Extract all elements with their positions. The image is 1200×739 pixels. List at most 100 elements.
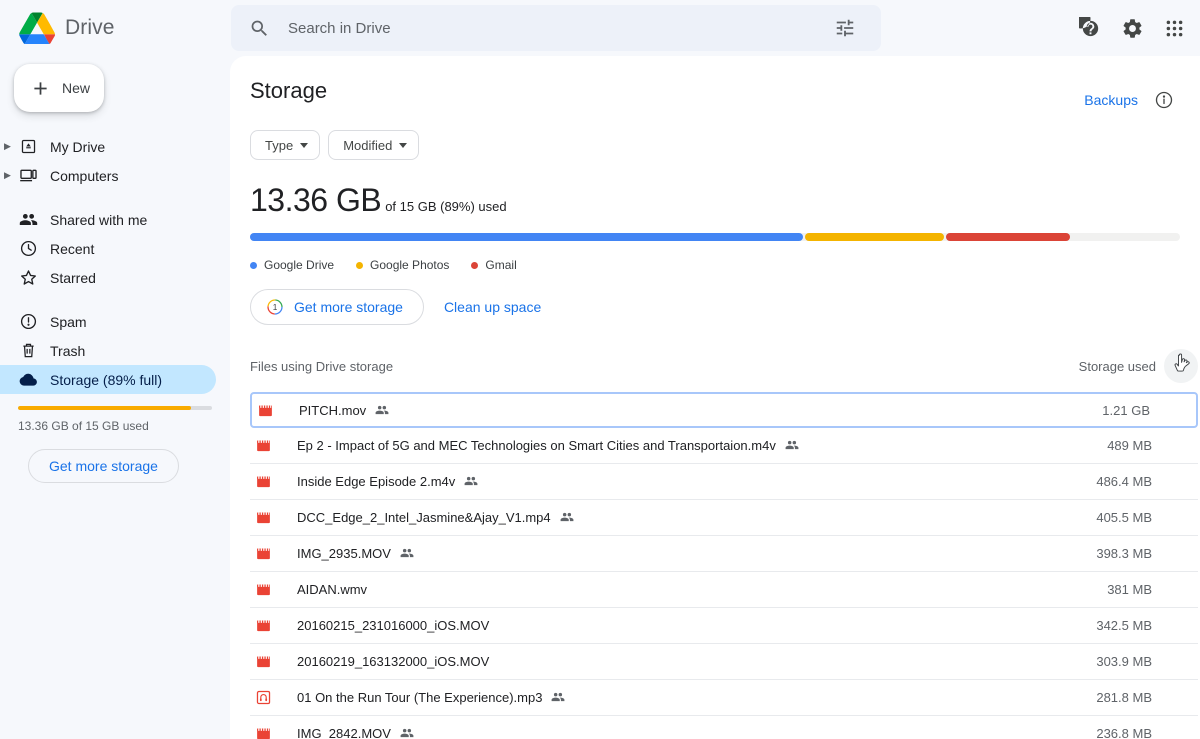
cloud-icon bbox=[18, 370, 38, 390]
brand-name: Drive bbox=[65, 16, 115, 39]
sidebar-item-storage[interactable]: Storage (89% full) bbox=[0, 365, 216, 394]
legend-color-dot bbox=[471, 261, 479, 269]
sidebar-storage-usage-text: 13.36 GB of 15 GB used bbox=[18, 419, 149, 433]
clean-up-space-button[interactable]: Clean up space bbox=[434, 291, 551, 323]
storage-used-amount: 13.36 GB bbox=[250, 182, 382, 218]
sidebar-item-computers[interactable]: ▶ Computers bbox=[0, 161, 216, 190]
my-drive-icon bbox=[18, 137, 38, 157]
table-row[interactable]: Ep 2 - Impact of 5G and MEC Technologies… bbox=[250, 428, 1198, 464]
shared-people-icon bbox=[464, 474, 478, 488]
get-more-storage-label: Get more storage bbox=[294, 299, 403, 315]
sidebar-storage-progress bbox=[18, 406, 212, 410]
sidebar-item-label: Starred bbox=[50, 269, 96, 286]
shared-people-icon bbox=[560, 510, 574, 524]
file-size: 303.9 MB bbox=[1096, 654, 1152, 669]
sidebar-item-label: Recent bbox=[50, 240, 95, 257]
sidebar-item-recent[interactable]: Recent bbox=[0, 234, 216, 263]
new-button[interactable]: New bbox=[14, 64, 104, 112]
help-icon[interactable] bbox=[1070, 8, 1110, 48]
video-file-icon bbox=[254, 402, 276, 419]
table-row[interactable]: Inside Edge Episode 2.m4v 486.4 MB bbox=[250, 464, 1198, 500]
sidebar-item-spam[interactable]: Spam bbox=[0, 307, 216, 336]
storage-usage-summary: 13.36 GB of 15 GB (89%) used bbox=[230, 160, 1200, 219]
legend-label: Google Photos bbox=[370, 258, 450, 272]
chevron-down-icon bbox=[300, 142, 309, 148]
table-row[interactable]: 20160215_231016000_iOS.MOV 342.5 MB bbox=[250, 608, 1198, 644]
storage-used-detail: of 15 GB (89%) used bbox=[385, 199, 507, 214]
brand-area[interactable]: Drive bbox=[0, 12, 230, 45]
filter-chip-type[interactable]: Type bbox=[250, 130, 321, 160]
sidebar-item-starred[interactable]: Starred bbox=[0, 263, 216, 292]
file-size: 236.8 MB bbox=[1096, 726, 1152, 739]
sidebar-get-more-storage-button[interactable]: Get more storage bbox=[28, 449, 179, 483]
info-icon[interactable] bbox=[1148, 84, 1180, 116]
search-options-icon[interactable] bbox=[825, 8, 865, 48]
table-row[interactable]: IMG_2842.MOV 236.8 MB bbox=[250, 716, 1198, 739]
file-name: 01 On the Run Tour (The Experience).mp3 bbox=[297, 690, 565, 705]
storage-legend: Google Drive Google Photos Gmail bbox=[230, 241, 1200, 272]
file-size: 381 MB bbox=[1107, 582, 1152, 597]
mouse-cursor-pointer-icon bbox=[1171, 353, 1192, 380]
filter-chip-modified[interactable]: Modified bbox=[328, 130, 420, 160]
table-row[interactable]: PITCH.mov 1.21 GB bbox=[250, 392, 1198, 428]
file-name: Inside Edge Episode 2.m4v bbox=[297, 474, 478, 489]
get-more-storage-button[interactable]: 1 Get more storage bbox=[250, 289, 424, 325]
chevron-right-icon[interactable]: ▶ bbox=[4, 142, 14, 151]
legend-item: Google Photos bbox=[356, 258, 449, 272]
sidebar-item-label: Shared with me bbox=[50, 211, 148, 228]
star-icon bbox=[18, 268, 38, 288]
storage-bar-segment-gmail bbox=[945, 233, 1070, 241]
sort-toggle-button[interactable] bbox=[1164, 349, 1198, 383]
shared-people-icon bbox=[18, 210, 38, 230]
search-box[interactable] bbox=[231, 5, 881, 51]
shared-people-icon bbox=[551, 690, 565, 704]
table-row[interactable]: IMG_2935.MOV 398.3 MB bbox=[250, 536, 1198, 572]
table-row[interactable]: 20160219_163132000_iOS.MOV 303.9 MB bbox=[250, 644, 1198, 680]
spam-icon bbox=[18, 312, 38, 332]
chevron-right-icon[interactable]: ▶ bbox=[4, 171, 14, 180]
progress-track bbox=[18, 406, 212, 410]
sidebar-item-label: Storage (89% full) bbox=[50, 371, 163, 388]
sidebar-item-shared-with-me[interactable]: Shared with me bbox=[0, 205, 216, 234]
new-button-label: New bbox=[62, 80, 91, 96]
search-area bbox=[231, 5, 881, 51]
sidebar: New ▶ My Drive ▶ Computers Shared with m… bbox=[0, 56, 230, 739]
storage-bar-segment-google-photos bbox=[805, 233, 944, 241]
table-row[interactable]: DCC_Edge_2_Intel_Jasmine&Ajay_V1.mp4 405.… bbox=[250, 500, 1198, 536]
table-row[interactable]: 01 On the Run Tour (The Experience).mp3 2… bbox=[250, 680, 1198, 716]
svg-text:1: 1 bbox=[273, 303, 278, 312]
gear-icon[interactable] bbox=[1112, 8, 1152, 48]
sidebar-divider-gap-2 bbox=[0, 292, 230, 307]
search-icon[interactable] bbox=[249, 18, 270, 39]
sidebar-item-label: Computers bbox=[50, 167, 119, 184]
table-row[interactable]: AIDAN.wmv 381 MB bbox=[250, 572, 1198, 608]
computers-icon bbox=[18, 166, 38, 186]
file-table-header: Files using Drive storage Storage used bbox=[230, 325, 1200, 392]
search-input[interactable] bbox=[288, 19, 807, 37]
shared-people-icon bbox=[375, 403, 389, 417]
shared-people-icon bbox=[785, 438, 799, 452]
apps-grid-icon[interactable] bbox=[1154, 8, 1194, 48]
sidebar-item-trash[interactable]: Trash bbox=[0, 336, 216, 365]
video-file-icon bbox=[252, 437, 274, 454]
sidebar-item-my-drive[interactable]: ▶ My Drive bbox=[0, 132, 216, 161]
video-file-icon bbox=[252, 545, 274, 562]
file-name: 20160219_163132000_iOS.MOV bbox=[297, 654, 490, 669]
top-bar: Drive bbox=[0, 0, 1200, 56]
video-file-icon bbox=[252, 509, 274, 526]
shared-people-icon bbox=[400, 726, 414, 739]
file-name: IMG_2842.MOV bbox=[297, 726, 414, 739]
video-file-icon bbox=[252, 581, 274, 598]
trash-icon bbox=[18, 341, 38, 361]
sidebar-nav: ▶ My Drive ▶ Computers Shared with me Re… bbox=[0, 132, 230, 394]
legend-item: Google Drive bbox=[250, 258, 334, 272]
file-size: 489 MB bbox=[1107, 438, 1152, 453]
legend-label: Google Drive bbox=[264, 258, 335, 272]
storage-bar-segment-google-drive bbox=[250, 233, 804, 241]
filter-chip-label: Type bbox=[265, 137, 294, 153]
file-size: 486.4 MB bbox=[1096, 474, 1152, 489]
main-panel: Storage Backups Type Modified 13.36 GB o… bbox=[230, 56, 1200, 739]
backups-link[interactable]: Backups bbox=[1078, 88, 1144, 112]
sidebar-item-label: My Drive bbox=[50, 138, 106, 155]
shared-people-icon bbox=[400, 546, 414, 560]
